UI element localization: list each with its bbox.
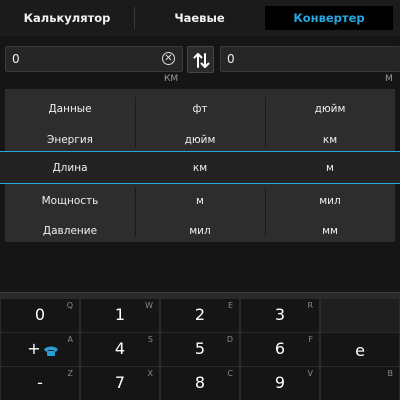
key-4[interactable]: 4S: [81, 333, 159, 366]
key-blank[interactable]: B: [321, 367, 399, 400]
key-1[interactable]: 1W: [81, 299, 159, 332]
numeric-keyboard: 0Q 1W 2E 3R + A 4S 5D 6F е -Z 7X 8C 9V B: [0, 292, 400, 400]
key-exponent[interactable]: е: [321, 333, 399, 366]
category-cell: Мощность: [41, 195, 99, 207]
selected-category: Длина: [52, 162, 88, 174]
from-unit-cell: мил: [189, 225, 211, 237]
tab-converter[interactable]: Конвертер: [265, 6, 393, 30]
category-cell: Данные: [48, 103, 92, 115]
to-unit-cell: мм: [322, 225, 338, 237]
picker-row[interactable]: Данные фт дюйм: [5, 94, 395, 124]
keyboard-top-border: [0, 292, 400, 293]
selected-to-unit: м: [326, 162, 334, 174]
picker-selection-row[interactable]: Длина км м: [0, 151, 400, 184]
category-cell: Давление: [42, 225, 98, 237]
from-value: 0: [12, 52, 20, 66]
key-9[interactable]: 9V: [241, 367, 319, 400]
from-unit-label: КМ: [164, 74, 179, 84]
key-6[interactable]: 6F: [241, 333, 319, 366]
from-unit-cell: фт: [192, 103, 208, 115]
column-divider: [135, 187, 136, 237]
key-7[interactable]: 7X: [81, 367, 159, 400]
key-plus[interactable]: + A: [1, 333, 79, 366]
column-divider: [265, 187, 266, 237]
key-3[interactable]: 3R: [241, 299, 319, 332]
swap-units-button[interactable]: [187, 46, 214, 73]
swap-arrows-icon: [193, 53, 210, 68]
tab-tips[interactable]: Чаевые: [134, 6, 265, 30]
column-divider: [265, 97, 266, 147]
key-0[interactable]: 0Q: [1, 299, 79, 332]
to-value-output[interactable]: 0: [220, 46, 400, 72]
key-8[interactable]: 8C: [161, 367, 239, 400]
to-unit-label: М: [385, 74, 393, 84]
picker-row[interactable]: Мощность м мил: [5, 186, 395, 216]
phone-icon: [44, 346, 58, 356]
to-unit-cell: мил: [319, 195, 341, 207]
picker-row[interactable]: Давление мил мм: [5, 216, 395, 246]
key-blank[interactable]: [321, 299, 399, 332]
tab-bar: Калькулятор Чаевые Конвертер: [0, 0, 400, 36]
tab-calculator[interactable]: Калькулятор: [0, 6, 134, 30]
key-2[interactable]: 2E: [161, 299, 239, 332]
key-5[interactable]: 5D: [161, 333, 239, 366]
column-divider: [135, 97, 136, 147]
to-value: 0: [227, 52, 235, 66]
from-unit-cell: м: [196, 195, 204, 207]
clear-icon[interactable]: ✕: [162, 52, 175, 65]
selected-from-unit: км: [192, 162, 208, 174]
key-minus[interactable]: -Z: [1, 367, 79, 400]
from-value-input[interactable]: 0 ✕: [5, 46, 183, 72]
to-unit-cell: дюйм: [314, 103, 346, 115]
